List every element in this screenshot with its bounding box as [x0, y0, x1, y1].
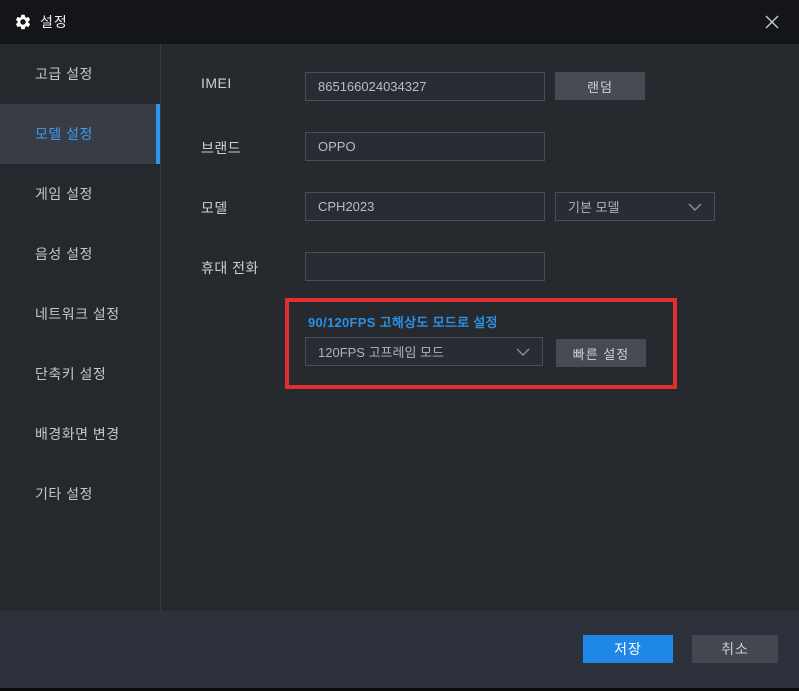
- model-preset-dropdown[interactable]: 기본 모델: [555, 192, 715, 221]
- sidebar-item-label: 게임 설정: [35, 186, 93, 202]
- sidebar-item-other[interactable]: 기타 설정: [0, 464, 160, 524]
- quick-setup-button[interactable]: 빠른 설정: [556, 339, 646, 367]
- brand-input[interactable]: [305, 132, 545, 161]
- model-label: 모델: [201, 200, 228, 216]
- sidebar-item-model[interactable]: 모델 설정: [0, 104, 160, 164]
- sidebar-item-label: 음성 설정: [35, 246, 93, 262]
- sidebar-item-label: 배경화면 변경: [35, 426, 120, 442]
- sidebar-item-label: 기타 설정: [35, 486, 93, 502]
- chevron-down-icon: [688, 203, 702, 211]
- phone-label: 휴대 전화: [201, 260, 259, 276]
- imei-input[interactable]: [305, 72, 545, 101]
- sidebar-item-hotkey[interactable]: 단축키 설정: [0, 344, 160, 404]
- chevron-down-icon: [516, 348, 530, 356]
- sidebar-item-label: 모델 설정: [35, 126, 93, 142]
- sidebar-item-game[interactable]: 게임 설정: [0, 164, 160, 224]
- model-settings-panel: IMEI 랜덤 브랜드 모델 기본 모델 휴대 전화 90/120FPS 고해상…: [162, 44, 799, 611]
- cancel-button[interactable]: 취소: [692, 635, 778, 663]
- model-preset-value: 기본 모델: [568, 200, 620, 215]
- model-input[interactable]: [305, 192, 545, 221]
- phone-input[interactable]: [305, 252, 545, 281]
- footer-bar: 저장 취소: [0, 611, 799, 688]
- sidebar-item-label: 고급 설정: [35, 66, 93, 82]
- close-icon[interactable]: [751, 0, 793, 44]
- title-bar: 설정: [0, 0, 799, 44]
- fps-mode-value: 120FPS 고프레임 모드: [318, 345, 444, 360]
- sidebar-item-label: 단축키 설정: [35, 366, 107, 382]
- sidebar-item-label: 네트워크 설정: [35, 306, 120, 322]
- brand-label: 브랜드: [201, 140, 242, 156]
- sidebar-item-network[interactable]: 네트워크 설정: [0, 284, 160, 344]
- settings-window: 설정 고급 설정 모델 설정 게임 설정 음성 설정 네트워크 설정 단축키 설…: [0, 0, 799, 691]
- sidebar-item-advanced[interactable]: 고급 설정: [0, 44, 160, 104]
- sidebar-item-wallpaper[interactable]: 배경화면 변경: [0, 404, 160, 464]
- window-title: 설정: [40, 14, 68, 30]
- save-button[interactable]: 저장: [583, 635, 673, 663]
- fps-mode-link[interactable]: 90/120FPS 고해상도 모드로 설정: [308, 312, 498, 331]
- sidebar: 고급 설정 모델 설정 게임 설정 음성 설정 네트워크 설정 단축키 설정 배…: [0, 44, 161, 611]
- imei-label: IMEI: [201, 75, 232, 91]
- random-button[interactable]: 랜덤: [555, 72, 645, 100]
- gear-icon: [14, 13, 32, 31]
- fps-mode-dropdown[interactable]: 120FPS 고프레임 모드: [305, 337, 543, 366]
- sidebar-item-voice[interactable]: 음성 설정: [0, 224, 160, 284]
